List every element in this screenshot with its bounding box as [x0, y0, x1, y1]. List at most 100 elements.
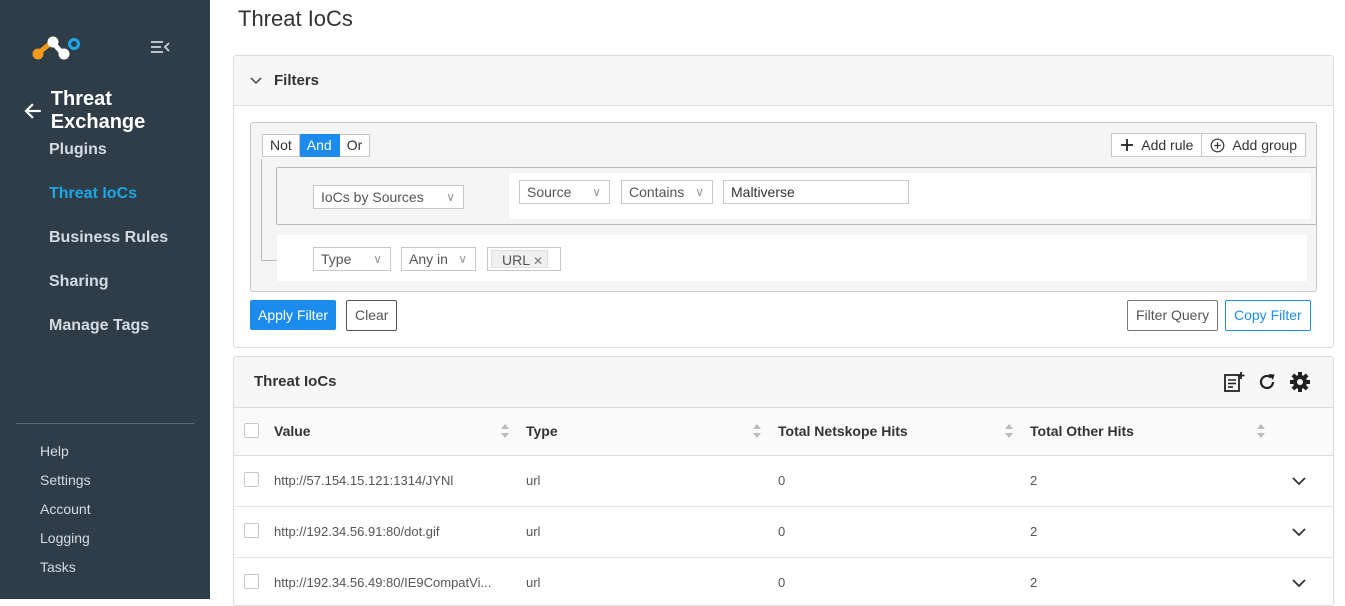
- sidebar-item-account[interactable]: Account: [40, 498, 91, 527]
- type-field-select[interactable]: Type ∨: [313, 247, 391, 271]
- sidebar-item-manage-tags[interactable]: Manage Tags: [49, 312, 168, 356]
- source-field-value: Source: [527, 184, 572, 200]
- tag-chip: URL ✕: [491, 250, 549, 268]
- sidebar-divider: [16, 423, 194, 424]
- plus-icon: [1121, 139, 1134, 151]
- chevron-down-icon: ∨: [458, 252, 467, 266]
- filters-panel: Filters Not And Or Add rule Add group Io…: [233, 55, 1334, 348]
- threat-iocs-panel: Threat IoCs Value Type Total Netskope Hi…: [233, 356, 1334, 606]
- cell-type: url: [526, 575, 541, 590]
- filter-query-button[interactable]: Filter Query: [1127, 300, 1219, 331]
- copy-filter-button[interactable]: Copy Filter: [1225, 300, 1311, 331]
- column-header-value[interactable]: Value: [274, 423, 311, 439]
- chevron-down-icon: ∨: [446, 190, 455, 204]
- sidebar-item-logging[interactable]: Logging: [40, 527, 91, 556]
- type-operator-select[interactable]: Any in ∨: [401, 247, 476, 271]
- query-builder: Not And Or Add rule Add group IoCs by So…: [250, 122, 1317, 292]
- netskope-logo[interactable]: [30, 34, 82, 64]
- sidebar-item-sharing[interactable]: Sharing: [49, 268, 168, 312]
- table-tools: [1212, 371, 1311, 393]
- cell-type: url: [526, 524, 541, 539]
- sidebar-item-settings[interactable]: Settings: [40, 469, 91, 498]
- add-rule-label: Add rule: [1141, 137, 1194, 153]
- chevron-down-icon: ∨: [695, 185, 704, 199]
- chevron-down-icon: ∨: [592, 185, 601, 199]
- sidebar-item-plugins[interactable]: Plugins: [49, 136, 168, 180]
- cell-netskope-hits: 0: [778, 524, 786, 539]
- sort-icon[interactable]: [1004, 422, 1014, 440]
- remove-tag-icon[interactable]: ✕: [533, 254, 543, 268]
- sort-icon[interactable]: [1256, 422, 1266, 440]
- column-header-type[interactable]: Type: [526, 423, 558, 439]
- column-header-other-hits[interactable]: Total Other Hits: [1030, 423, 1134, 439]
- chevron-down-icon: [250, 76, 262, 84]
- back-label: Threat Exchange: [50, 88, 146, 133]
- cell-netskope-hits: 0: [778, 575, 786, 590]
- refresh-icon[interactable]: [1256, 371, 1278, 393]
- expand-row-icon[interactable]: [1291, 575, 1307, 591]
- group-field-value: IoCs by Sources: [321, 189, 424, 205]
- expand-row-icon[interactable]: [1291, 473, 1307, 489]
- add-group-button[interactable]: Add group: [1202, 133, 1306, 157]
- sidebar-item-business-rules[interactable]: Business Rules: [49, 224, 168, 268]
- cell-value: http://192.34.56.91:80/dot.gif: [274, 524, 440, 539]
- tag-label: URL: [502, 252, 531, 268]
- back-to-threat-exchange[interactable]: Threat Exchange: [24, 88, 210, 134]
- tree-connector: [261, 260, 277, 261]
- source-value-input[interactable]: Maltiverse: [723, 180, 909, 204]
- page-title: Threat IoCs: [238, 6, 353, 31]
- cell-other-hits: 2: [1030, 473, 1038, 488]
- plus-circle-icon: [1210, 138, 1225, 152]
- collapse-menu-icon[interactable]: [149, 38, 171, 56]
- sort-icon[interactable]: [500, 422, 510, 440]
- sidebar-item-tasks[interactable]: Tasks: [40, 556, 91, 585]
- row-checkbox[interactable]: [244, 523, 259, 538]
- row-checkbox[interactable]: [244, 472, 259, 487]
- select-all-checkbox[interactable]: [244, 423, 259, 438]
- sidebar-nav: Plugins Threat IoCs Business Rules Shari…: [49, 136, 168, 356]
- type-rule: Type ∨ Any in ∨ URL ✕: [277, 235, 1307, 281]
- apply-filter-button[interactable]: Apply Filter: [250, 300, 337, 330]
- clear-button[interactable]: Clear: [346, 300, 398, 331]
- sidebar-item-threat-iocs[interactable]: Threat IoCs: [49, 180, 168, 224]
- group-field-select[interactable]: IoCs by Sources ∨: [313, 185, 464, 209]
- conjunction-toggle: Not And Or: [262, 134, 371, 157]
- type-tag-input[interactable]: URL ✕: [487, 247, 561, 271]
- conjunction-or[interactable]: Or: [339, 134, 371, 157]
- sort-icon[interactable]: [752, 422, 762, 440]
- column-header-netskope-hits[interactable]: Total Netskope Hits: [778, 423, 908, 439]
- operator-select[interactable]: Contains ∨: [621, 180, 713, 204]
- cell-value: http://57.154.15.121:1314/JYNl: [274, 473, 454, 488]
- query-builder-actions: Add rule Add group: [1111, 133, 1306, 157]
- expand-row-icon[interactable]: [1291, 524, 1307, 540]
- conjunction-and[interactable]: And: [299, 134, 340, 157]
- type-operator-value: Any in: [409, 251, 448, 267]
- cell-netskope-hits: 0: [778, 473, 786, 488]
- table-row[interactable]: http://57.154.15.121:1314/JYNl url 0 2: [234, 456, 1333, 507]
- cell-type: url: [526, 473, 541, 488]
- conjunction-not[interactable]: Not: [262, 134, 300, 157]
- arrow-left-icon: [24, 103, 41, 119]
- type-field-value: Type: [321, 251, 352, 267]
- sidebar-bottom-nav: Help Settings Account Logging Tasks: [40, 440, 91, 585]
- filters-title: Filters: [274, 72, 320, 89]
- gear-icon[interactable]: [1289, 371, 1311, 393]
- group-rule: Source ∨ Contains ∨ Maltiverse: [509, 173, 1311, 219]
- tree-connector: [261, 159, 262, 261]
- sidebar: Threat Exchange Plugins Threat IoCs Busi…: [0, 0, 210, 599]
- filters-header[interactable]: Filters: [234, 56, 1333, 106]
- add-rule-button[interactable]: Add rule: [1111, 133, 1203, 157]
- table-head: Value Type Total Netskope Hits Total Oth…: [234, 408, 1333, 456]
- rule-group: IoCs by Sources ∨ Source ∨ Contains ∨ Ma…: [276, 167, 1317, 225]
- table-row[interactable]: http://192.34.56.91:80/dot.gif url 0 2: [234, 507, 1333, 558]
- operator-value: Contains: [629, 184, 685, 200]
- table-header-bar: Threat IoCs: [234, 357, 1333, 408]
- source-field-select[interactable]: Source ∨: [519, 180, 610, 204]
- cell-other-hits: 2: [1030, 575, 1038, 590]
- add-group-label: Add group: [1232, 137, 1297, 153]
- cell-value: http://192.34.56.49:80/IE9CompatVi...: [274, 575, 492, 590]
- row-checkbox[interactable]: [244, 574, 259, 589]
- table-title: Threat IoCs: [254, 373, 337, 390]
- add-note-icon[interactable]: [1223, 371, 1245, 393]
- sidebar-item-help[interactable]: Help: [40, 440, 91, 469]
